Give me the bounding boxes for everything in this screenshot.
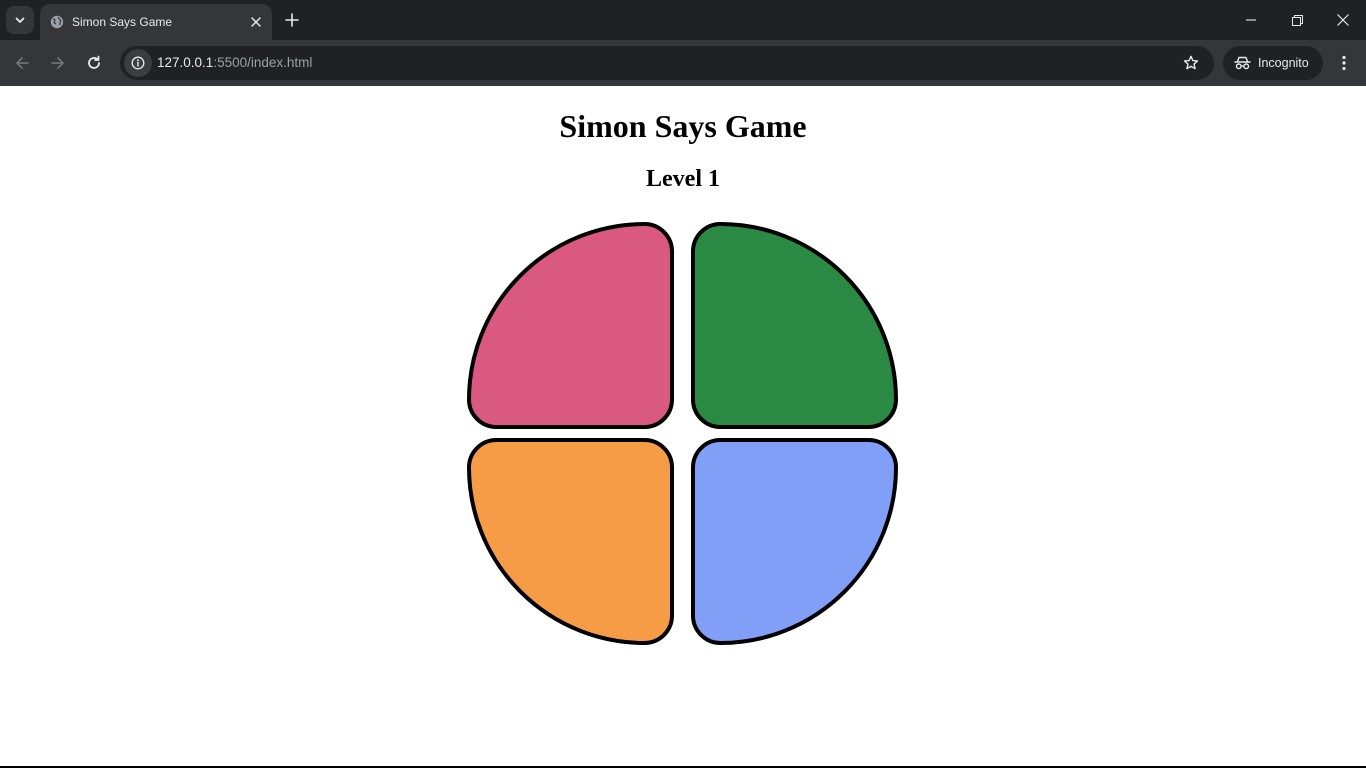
arrow-right-icon [51, 57, 64, 69]
bookmark-button[interactable] [1180, 52, 1202, 74]
arrow-left-icon [16, 57, 29, 69]
reload-button[interactable] [78, 47, 110, 79]
forward-button[interactable] [42, 47, 74, 79]
url-text: 127.0.0.1:5500/index.html [157, 46, 312, 80]
level-indicator: Level 1 [646, 166, 720, 192]
incognito-label: Incognito [1258, 56, 1309, 70]
globe-icon [50, 15, 64, 29]
simon-button-pink[interactable] [467, 222, 674, 429]
page-title: Simon Says Game [559, 108, 807, 144]
close-icon [251, 17, 261, 27]
url-path: :5500/index.html [213, 55, 313, 70]
info-icon [131, 56, 145, 70]
minimize-icon [1246, 19, 1256, 21]
browser-menu-button[interactable] [1328, 47, 1360, 79]
reload-icon [88, 55, 100, 69]
incognito-icon [1234, 56, 1251, 70]
restore-button[interactable] [1274, 0, 1320, 40]
star-icon [1183, 55, 1199, 70]
site-info-button[interactable] [124, 49, 152, 77]
new-tab-button[interactable] [280, 8, 304, 32]
incognito-indicator[interactable]: Incognito [1223, 46, 1323, 80]
browser-toolbar: 127.0.0.1:5500/index.html Incognito [0, 40, 1366, 86]
address-bar[interactable]: 127.0.0.1:5500/index.html [120, 46, 1214, 80]
close-icon [1337, 14, 1349, 26]
simon-button-blue[interactable] [691, 438, 898, 645]
url-host: 127.0.0.1 [157, 55, 214, 70]
page-content: Simon Says Game Level 1 [0, 86, 1366, 768]
browser-tab-active[interactable]: Simon Says Game [40, 4, 272, 40]
plus-icon [285, 13, 299, 27]
back-button[interactable] [6, 47, 38, 79]
minimize-button[interactable] [1228, 0, 1274, 40]
window-close-button[interactable] [1320, 0, 1366, 40]
tab-title: Simon Says Game [72, 15, 173, 29]
chevron-down-icon [15, 17, 25, 23]
tab-close-button[interactable] [246, 12, 266, 32]
tab-search-button[interactable] [6, 6, 34, 34]
restore-icon [1291, 14, 1303, 26]
browser-tabstrip: Simon Says Game [0, 0, 1366, 40]
simon-button-orange[interactable] [467, 438, 674, 645]
simon-button-green[interactable] [691, 222, 898, 429]
kebab-menu-icon [1342, 55, 1346, 71]
